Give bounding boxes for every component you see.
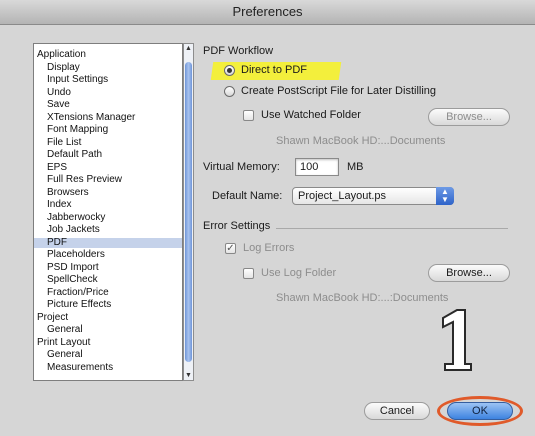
cancel-button[interactable]: Cancel [364, 402, 430, 420]
use-log-folder-label[interactable]: Use Log Folder [261, 267, 336, 279]
window-title: Preferences [232, 4, 303, 19]
sidebar-item[interactable]: Full Res Preview [34, 175, 122, 185]
watched-folder-path: Shawn MacBook HD:...Documents [276, 135, 446, 147]
sidebar-item[interactable]: Measurements [34, 362, 113, 373]
use-watched-folder-checkbox[interactable] [243, 110, 254, 121]
direct-to-pdf-radio[interactable] [224, 65, 235, 76]
sidebar-item[interactable]: SpellCheck [34, 275, 98, 285]
use-log-folder-checkbox[interactable] [243, 268, 254, 279]
sidebar-item[interactable]: File List [34, 137, 81, 148]
ok-highlight-ring [437, 396, 523, 426]
scroll-down-icon[interactable]: ▼ [184, 371, 193, 380]
log-errors-label[interactable]: Log Errors [243, 242, 294, 254]
virtual-memory-label: Virtual Memory: [203, 161, 280, 173]
browse-watched-folder-button[interactable]: Browse... [428, 108, 510, 126]
virtual-memory-unit: MB [347, 161, 364, 173]
scroll-thumb[interactable] [185, 62, 192, 362]
pdf-workflow-label: PDF Workflow [203, 45, 274, 57]
use-watched-folder-label[interactable]: Use Watched Folder [261, 109, 361, 121]
sidebar-item[interactable]: Display [34, 62, 80, 73]
category-scrollbar[interactable]: ▲ ▼ [183, 43, 194, 381]
sidebar-item[interactable]: Save [34, 100, 70, 110]
sidebar-item[interactable]: PDF [34, 237, 182, 248]
virtual-memory-input[interactable]: 100 [295, 158, 339, 176]
select-stepper-icon: ▲ ▼ [436, 187, 454, 205]
sidebar-item[interactable]: XTensions Manager [34, 112, 135, 123]
sidebar-item[interactable]: Job Jackets [34, 225, 100, 235]
sidebar-item[interactable]: Project [34, 312, 68, 323]
error-settings-label: Error Settings [203, 220, 271, 232]
sidebar-item[interactable]: Print Layout [34, 337, 90, 348]
default-name-label: Default Name: [212, 190, 283, 202]
section-divider [276, 228, 508, 229]
log-errors-checkbox[interactable]: ✓ [225, 243, 236, 254]
sidebar-item[interactable]: General [34, 350, 83, 360]
sidebar-item[interactable]: Input Settings [34, 75, 108, 85]
browse-log-folder-button[interactable]: Browse... [428, 264, 510, 282]
sidebar-item[interactable]: Picture Effects [34, 300, 111, 310]
sidebar-item[interactable]: PSD Import [34, 262, 99, 273]
sidebar-item[interactable]: Font Mapping [34, 125, 108, 135]
sidebar-item[interactable]: Undo [34, 87, 71, 98]
callout-number-1 [442, 309, 472, 371]
create-postscript-radio[interactable] [224, 86, 235, 97]
preferences-category-list[interactable]: Application Display Input Settings Undo Save… [33, 43, 183, 381]
default-name-select[interactable]: Project_Layout.ps ▲ ▼ [292, 187, 454, 205]
sidebar-item[interactable]: EPS [34, 162, 67, 173]
sidebar-item[interactable]: Browsers [34, 187, 89, 198]
direct-to-pdf-label[interactable]: Direct to PDF [241, 64, 307, 76]
sidebar-item[interactable]: Placeholders [34, 250, 105, 260]
sidebar-item[interactable]: Application [34, 50, 86, 60]
scroll-up-icon[interactable]: ▲ [184, 44, 193, 53]
sidebar-item[interactable]: Index [34, 200, 71, 210]
sidebar-item[interactable]: Default Path [34, 150, 102, 160]
title-bar: Preferences [0, 0, 535, 25]
default-name-value: Project_Layout.ps [298, 190, 387, 202]
sidebar-item[interactable]: Fraction/Price [34, 287, 109, 298]
sidebar-item[interactable]: Jabberwocky [34, 212, 105, 223]
log-folder-path: Shawn MacBook HD:...:Documents [276, 292, 449, 304]
create-postscript-label[interactable]: Create PostScript File for Later Distill… [241, 85, 436, 97]
sidebar-item[interactable]: General [34, 325, 83, 335]
